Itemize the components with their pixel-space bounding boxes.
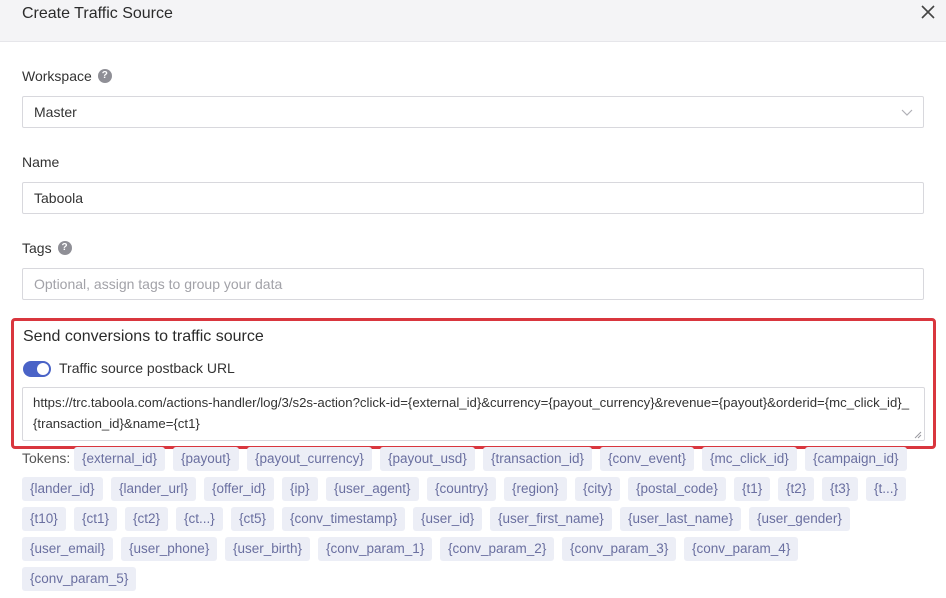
workspace-label: Workspace ? [22,68,112,84]
token-chip[interactable]: {conv_param_4} [684,537,799,561]
token-chip[interactable]: {ct1} [74,507,118,531]
token-chip[interactable]: {ct5} [231,507,275,531]
token-chip[interactable]: {lander_id} [22,477,103,501]
tags-input[interactable]: Optional, assign tags to group your data [22,268,924,300]
token-chip[interactable]: {user_email} [22,537,114,561]
send-conversions-heading: Send conversions to traffic source [23,328,264,345]
name-value: Taboola [34,190,84,206]
name-label: Name [22,154,60,170]
token-chip[interactable]: {user_last_name} [620,507,742,531]
toggle-knob [37,363,49,375]
token-chip[interactable]: {user_gender} [749,507,850,531]
dialog-header: Create Traffic Source [0,0,946,42]
token-chip[interactable]: {conv_timestamp} [282,507,406,531]
name-input[interactable]: Taboola [22,182,924,214]
token-chip[interactable]: {lander_url} [111,477,197,501]
token-chip[interactable]: {payout_currency} [247,447,372,471]
token-chip[interactable]: {t10} [22,507,66,531]
token-chip[interactable]: {offer_id} [204,477,274,501]
token-chip[interactable]: {ip} [282,477,318,501]
token-chip[interactable]: {external_id} [74,447,166,471]
token-chip[interactable]: {conv_param_5} [22,567,137,591]
token-chip[interactable]: {postal_code} [628,477,726,501]
tags-label: Tags ? [22,240,72,256]
workspace-select[interactable]: Master [22,96,924,128]
postback-toggle-label: Traffic source postback URL [59,360,235,376]
token-chip[interactable]: {user_phone} [121,537,218,561]
token-chip[interactable]: {conv_param_3} [562,537,677,561]
dialog-title: Create Traffic Source [22,5,173,22]
token-chip[interactable]: {t2} [778,477,815,501]
workspace-value: Master [34,104,77,120]
token-chip[interactable]: {country} [427,477,497,501]
token-chip[interactable]: {user_birth} [225,537,311,561]
send-conversions-section: Send conversions to traffic source Traff… [11,318,936,449]
token-chip[interactable]: {t3} [822,477,859,501]
postback-toggle[interactable] [23,361,51,377]
token-chip[interactable]: {campaign_id} [805,447,907,471]
token-chip[interactable]: {ct2} [125,507,169,531]
close-icon[interactable] [920,4,936,20]
token-chip[interactable]: {t1} [734,477,771,501]
resize-handle-icon[interactable] [914,431,922,439]
token-chip[interactable]: {user_first_name} [490,507,612,531]
postback-url-textarea[interactable]: https://trc.taboola.com/actions-handler/… [22,387,925,441]
token-chip[interactable]: {t...} [866,477,907,501]
token-chip[interactable]: {conv_param_2} [440,537,555,561]
token-chip[interactable]: {user_agent} [326,477,419,501]
token-chip[interactable]: {transaction_id} [483,447,593,471]
tokens-list: {external_id} {payout} {payout_currency} {p… [22,447,922,592]
help-icon[interactable]: ? [97,69,112,83]
help-icon[interactable]: ? [57,241,72,255]
token-chip[interactable]: {mc_click_id} [702,447,797,471]
token-chip[interactable]: {ct...} [176,507,223,531]
token-chip[interactable]: {region} [504,477,567,501]
token-chip[interactable]: {conv_event} [600,447,695,471]
token-chip[interactable]: {conv_param_1} [318,537,433,561]
chevron-down-icon [901,109,913,116]
token-chip[interactable]: {payout} [173,447,239,471]
token-chip[interactable]: {city} [575,477,621,501]
tags-placeholder: Optional, assign tags to group your data [34,276,283,292]
token-chip[interactable]: {payout_usd} [380,447,475,471]
token-chip[interactable]: {user_id} [413,507,483,531]
